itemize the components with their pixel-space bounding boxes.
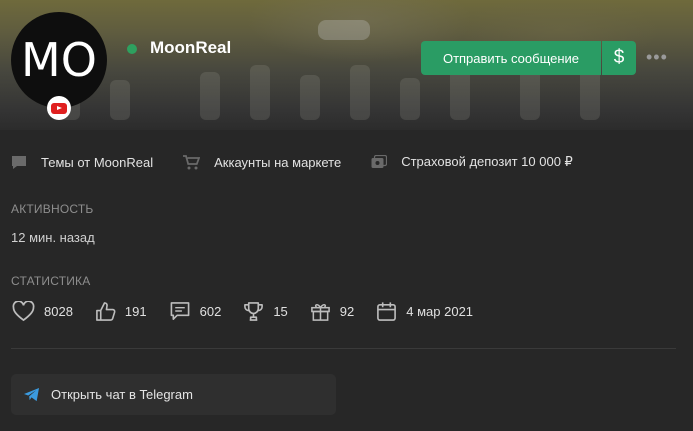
more-options-button[interactable]: ••• bbox=[646, 47, 668, 68]
trophy-icon bbox=[244, 302, 264, 321]
link-label: Темы от MoonReal bbox=[41, 154, 154, 170]
link-label: Страховой депозит 10 000 ₽ bbox=[401, 154, 573, 169]
calendar-icon bbox=[377, 302, 397, 321]
link-label: Аккаунты на маркете bbox=[214, 154, 342, 170]
stat-value: 602 bbox=[199, 304, 222, 319]
stat-likes[interactable]: 8028 bbox=[12, 301, 73, 322]
profile-links: Темы от MoonReal Аккаунты на маркете Стр… bbox=[11, 154, 603, 170]
stat-positive-ratings[interactable]: 191 bbox=[95, 301, 147, 322]
thumbs-up-icon bbox=[96, 302, 116, 321]
stat-value: 4 мар 2021 bbox=[406, 304, 474, 319]
stat-value: 92 bbox=[339, 304, 355, 319]
link-user-threads[interactable]: Темы от MoonReal bbox=[11, 155, 153, 170]
username: MoonReal bbox=[150, 38, 232, 57]
statistics-row: 8028 191 602 15 92 4 мар 2021 bbox=[12, 301, 495, 322]
cart-icon bbox=[183, 154, 201, 169]
message-icon bbox=[170, 302, 190, 320]
send-message-button[interactable]: Отправить сообщение bbox=[421, 41, 601, 75]
stat-value: 8028 bbox=[44, 304, 73, 319]
heart-icon bbox=[12, 301, 35, 322]
stat-value: 15 bbox=[273, 304, 288, 319]
chat-icon bbox=[12, 155, 26, 169]
deposit-icon bbox=[371, 154, 388, 168]
stat-trophies[interactable]: 15 bbox=[243, 301, 288, 322]
stat-registration-date: 4 мар 2021 bbox=[376, 301, 473, 322]
avatar-initials: MO bbox=[21, 33, 97, 87]
avatar[interactable]: MO bbox=[11, 12, 107, 108]
divider bbox=[11, 348, 676, 349]
last-activity-value: 12 мин. назад bbox=[11, 230, 95, 245]
statistics-title: Статистика bbox=[11, 274, 91, 288]
stat-value: 191 bbox=[124, 304, 147, 319]
link-market-accounts[interactable]: Аккаунты на маркете bbox=[183, 155, 341, 170]
link-insurance-deposit[interactable]: Страховой депозит 10 000 ₽ bbox=[371, 154, 573, 170]
open-telegram-chat-button[interactable]: Открыть чат в Telegram bbox=[11, 374, 336, 415]
youtube-icon[interactable] bbox=[47, 96, 71, 120]
activity-title: Активность bbox=[11, 202, 94, 216]
stat-gifts[interactable]: 92 bbox=[310, 301, 354, 322]
gift-icon bbox=[310, 304, 330, 321]
stat-messages[interactable]: 602 bbox=[169, 301, 222, 322]
online-status-indicator bbox=[127, 44, 137, 54]
donate-button[interactable]: $ bbox=[602, 41, 636, 75]
telegram-icon bbox=[24, 387, 39, 402]
telegram-label: Открыть чат в Telegram bbox=[51, 387, 193, 402]
